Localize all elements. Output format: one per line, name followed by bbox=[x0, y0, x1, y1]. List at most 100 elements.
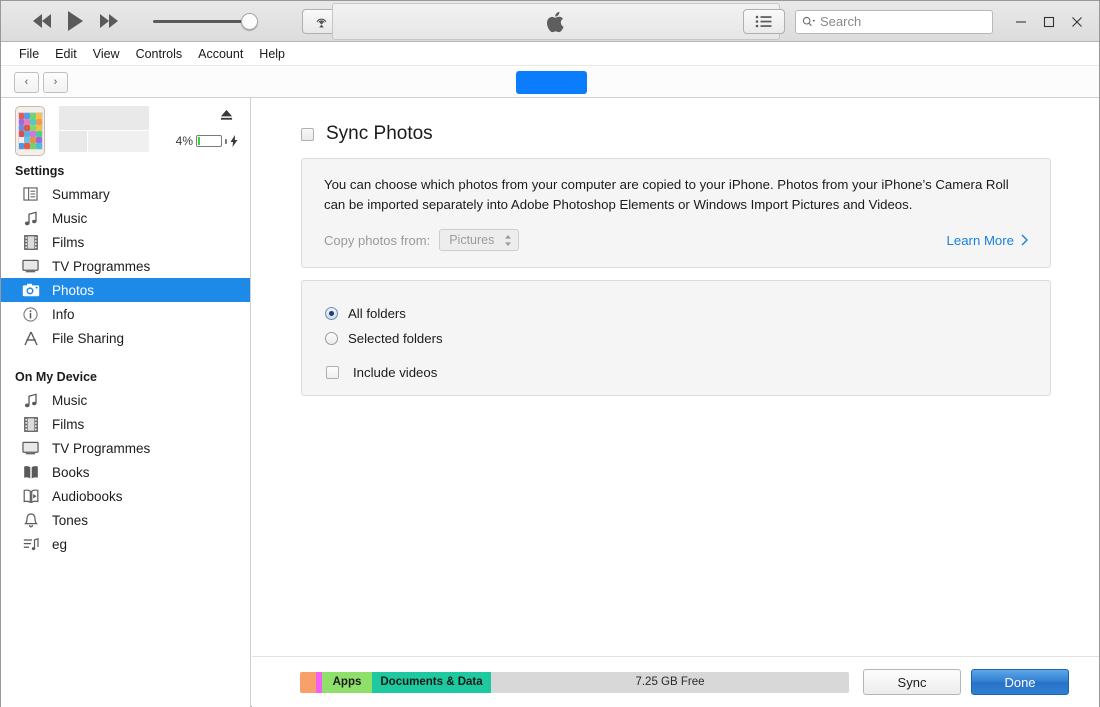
music-note-icon bbox=[21, 392, 40, 409]
copy-photos-from-label: Copy photos from: bbox=[324, 232, 431, 248]
window-controls bbox=[1007, 8, 1091, 36]
device-item-label: Audiobooks bbox=[52, 488, 123, 504]
titlebar-right-controls: Search bbox=[743, 1, 1091, 42]
highlighted-nav-item[interactable] bbox=[516, 71, 587, 94]
rewind-button[interactable] bbox=[33, 14, 51, 28]
option-selected-folders[interactable]: Selected folders bbox=[325, 326, 1050, 351]
sidebar-item-info[interactable]: Info bbox=[1, 302, 250, 326]
iphone-thumbnail bbox=[15, 106, 45, 156]
minimize-button[interactable] bbox=[1007, 8, 1035, 36]
itunes-window: Search File Edit View Controls Account H… bbox=[0, 0, 1100, 707]
menu-account[interactable]: Account bbox=[190, 45, 251, 63]
copy-photos-from-value: Pictures bbox=[449, 233, 495, 247]
device-item-label: Books bbox=[52, 464, 90, 480]
eject-icon bbox=[220, 109, 233, 120]
menu-bar: File Edit View Controls Account Help bbox=[1, 43, 1099, 66]
charging-bolt-icon bbox=[230, 135, 238, 147]
airplay-icon bbox=[316, 18, 326, 27]
menu-file[interactable]: File bbox=[11, 45, 47, 63]
minimize-icon bbox=[1016, 20, 1026, 23]
battery-status: 4% bbox=[176, 134, 238, 148]
forward-button[interactable]: › bbox=[43, 71, 68, 93]
copy-photos-from-select[interactable]: Pictures bbox=[439, 229, 520, 251]
info-icon bbox=[21, 306, 40, 323]
capacity-segment-other bbox=[300, 671, 316, 693]
done-button[interactable]: Done bbox=[971, 669, 1069, 695]
sidebar-item-file-sharing[interactable]: File Sharing bbox=[1, 326, 250, 350]
device-item-label: eg bbox=[52, 536, 68, 552]
maximize-button[interactable] bbox=[1035, 8, 1063, 36]
volume-track bbox=[153, 20, 251, 23]
device-item-tv-programmes[interactable]: TV Programmes bbox=[1, 436, 250, 460]
volume-slider[interactable] bbox=[153, 12, 263, 30]
description-line-1: You can choose which photos from your co… bbox=[324, 177, 1009, 192]
sidebar-item-summary[interactable]: Summary bbox=[1, 182, 250, 206]
maximize-icon bbox=[1043, 16, 1055, 27]
all-folders-radio[interactable] bbox=[325, 307, 338, 320]
selected-folders-radio[interactable] bbox=[325, 332, 338, 345]
include-videos-checkbox[interactable] bbox=[326, 366, 339, 379]
device-item-audiobooks[interactable]: Audiobooks bbox=[1, 484, 250, 508]
search-placeholder: Search bbox=[820, 14, 862, 29]
list-view-button[interactable] bbox=[743, 9, 785, 34]
device-name-redacted bbox=[59, 106, 149, 152]
volume-knob[interactable] bbox=[241, 13, 258, 30]
device-header: 4% bbox=[1, 98, 250, 158]
sidebar-item-tv-programmes[interactable]: TV Programmes bbox=[1, 254, 250, 278]
sync-button[interactable]: Sync bbox=[863, 669, 961, 695]
sidebar-item-label: Info bbox=[52, 306, 75, 322]
sidebar-item-label: TV Programmes bbox=[52, 258, 151, 274]
menu-view[interactable]: View bbox=[85, 45, 128, 63]
tv-icon bbox=[21, 258, 40, 275]
description-line-2: can be imported separately into Adobe Ph… bbox=[324, 197, 913, 212]
sidebar: 4% Settings Summary Music Films TV Progr… bbox=[1, 98, 251, 707]
device-item-books[interactable]: Books bbox=[1, 460, 250, 484]
close-button[interactable] bbox=[1063, 8, 1091, 36]
device-item-tones[interactable]: Tones bbox=[1, 508, 250, 532]
device-item-films[interactable]: Films bbox=[1, 412, 250, 436]
capacity-segment-apps: Apps bbox=[322, 671, 372, 693]
film-icon bbox=[21, 234, 40, 251]
capacity-segment-documents: Documents & Data bbox=[372, 671, 491, 693]
on-my-device-header: On My Device bbox=[15, 370, 97, 384]
menu-edit[interactable]: Edit bbox=[47, 45, 85, 63]
option-include-videos[interactable]: Include videos bbox=[325, 360, 1050, 385]
transport-controls bbox=[1, 8, 340, 34]
sync-photos-checkbox[interactable] bbox=[301, 127, 314, 141]
folder-options-panel: All folders Selected folders Include vid… bbox=[301, 280, 1051, 396]
back-button[interactable]: ‹ bbox=[14, 71, 39, 93]
sidebar-item-films[interactable]: Films bbox=[1, 230, 250, 254]
list-icon bbox=[755, 15, 772, 28]
music-note-icon bbox=[21, 210, 40, 227]
chevron-right-icon bbox=[1021, 234, 1028, 246]
device-item-music[interactable]: Music bbox=[1, 388, 250, 412]
iphone-home-screen bbox=[17, 112, 43, 150]
audiobook-icon bbox=[21, 488, 40, 505]
device-item-eg[interactable]: eg bbox=[1, 532, 250, 556]
menu-help[interactable]: Help bbox=[251, 45, 293, 63]
title-bar: Search bbox=[1, 1, 1099, 42]
battery-cap bbox=[225, 138, 227, 144]
apple-logo bbox=[547, 11, 564, 32]
capacity-bar: Apps Documents & Data 7.25 GB Free bbox=[300, 671, 849, 693]
eject-button[interactable] bbox=[219, 108, 234, 126]
menu-controls[interactable]: Controls bbox=[128, 45, 191, 63]
search-input[interactable]: Search bbox=[795, 9, 993, 34]
bell-icon bbox=[21, 512, 40, 529]
fast-forward-button[interactable] bbox=[100, 14, 118, 28]
device-item-label: TV Programmes bbox=[52, 440, 151, 456]
sidebar-item-label: Summary bbox=[52, 186, 110, 202]
learn-more-label: Learn More bbox=[946, 232, 1014, 248]
close-icon bbox=[1072, 16, 1082, 27]
learn-more-link[interactable]: Learn More bbox=[947, 233, 1028, 248]
status-display bbox=[332, 3, 780, 40]
play-button[interactable] bbox=[68, 11, 83, 31]
battery-icon bbox=[196, 135, 222, 147]
settings-header: Settings bbox=[15, 164, 65, 178]
sidebar-item-photos[interactable]: Photos bbox=[1, 278, 250, 302]
sidebar-item-music[interactable]: Music bbox=[1, 206, 250, 230]
main-content: Sync Photos You can choose which photos … bbox=[252, 98, 1099, 707]
include-videos-label: Include videos bbox=[353, 365, 438, 380]
option-all-folders[interactable]: All folders bbox=[325, 301, 1050, 326]
